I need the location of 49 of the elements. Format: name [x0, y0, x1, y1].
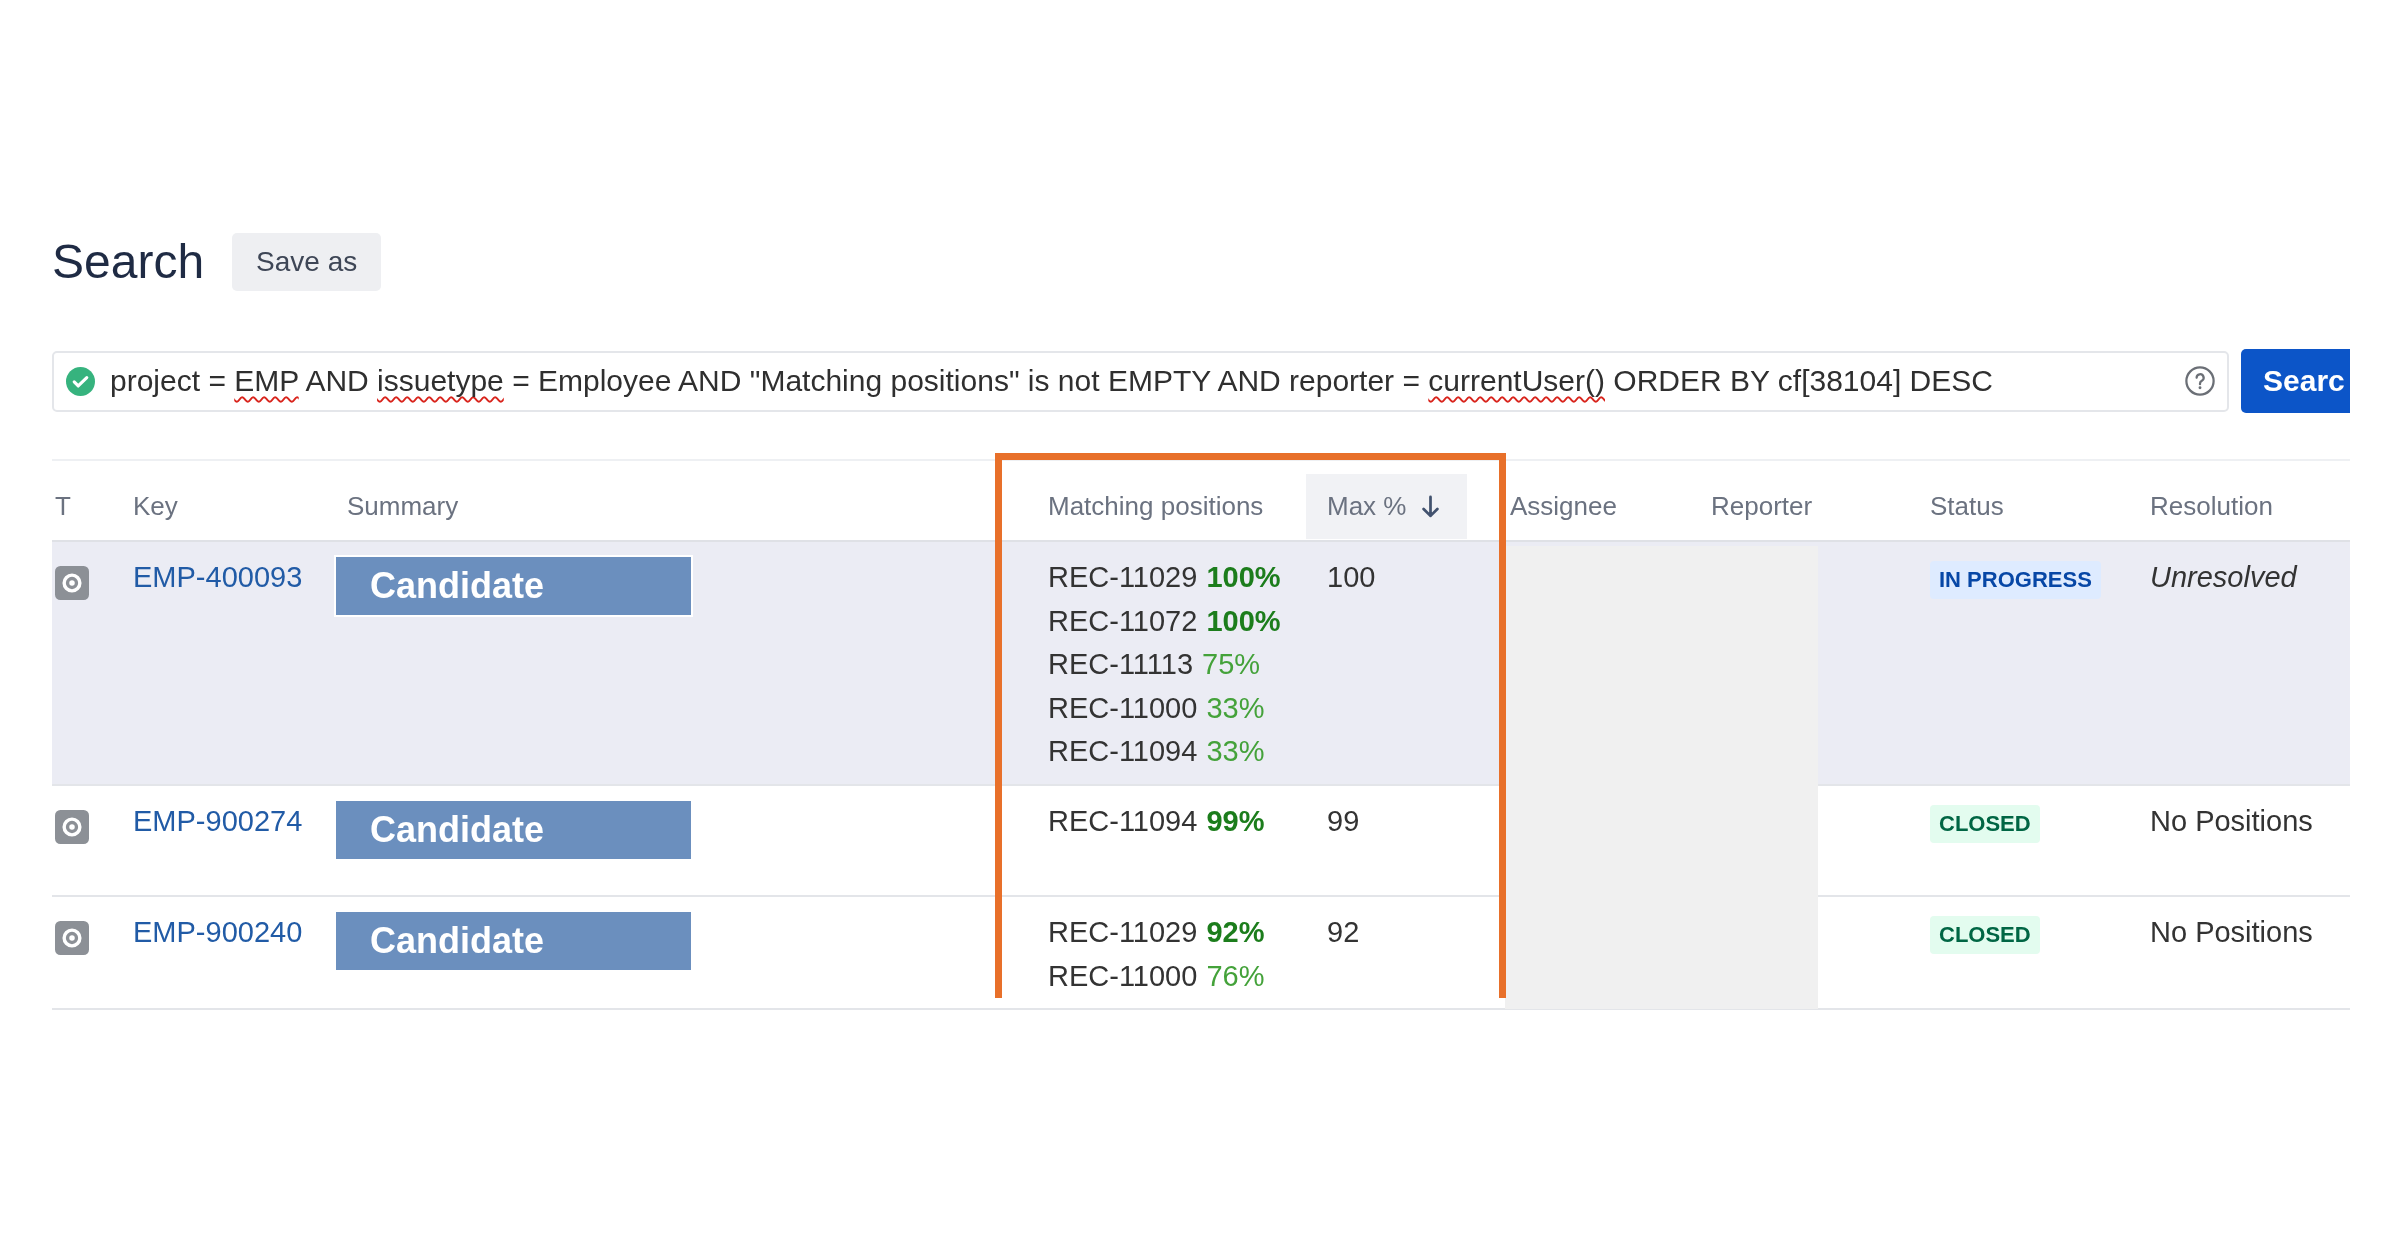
match-percent: 92%	[1206, 914, 1265, 950]
match-percent: 99%	[1206, 803, 1265, 839]
query-field[interactable]: project = EMP AND issuetype = Employee AND "Matching positions" is not EMPTY AND reporter = currentUser() ORDER BY cf[38104] DESC	[52, 350, 2229, 412]
match-percent: 33%	[1206, 690, 1265, 726]
issue-key-link[interactable]: EMP-900240	[133, 915, 303, 948]
summary-label: Candidate	[334, 555, 693, 617]
position-code: REC-11094	[1048, 734, 1198, 770]
column-header[interactable]: Reporter	[1711, 474, 1813, 539]
match-percent: 76%	[1206, 958, 1265, 994]
match-percent: 33%	[1206, 734, 1265, 770]
help-icon[interactable]	[2185, 366, 2215, 396]
match-percent: 75%	[1202, 647, 1261, 683]
resolution-text: No Positions	[2150, 915, 2313, 948]
column-header[interactable]: Max %	[1306, 474, 1468, 539]
ring-tile-icon	[55, 566, 89, 600]
position-code: REC-11029	[1048, 560, 1198, 595]
status-lozenge: CLOSED	[1930, 915, 2040, 954]
resolution-text: Unresolved	[2150, 561, 2297, 593]
column-header[interactable]: T	[55, 474, 71, 539]
column-header[interactable]: Matching positions	[1048, 474, 1264, 539]
position-code: REC-11000	[1048, 690, 1198, 726]
position-code: REC-11113	[1048, 647, 1194, 683]
status-lozenge: IN PROGRESS	[1930, 561, 2101, 599]
save-as-button[interactable]: Save as	[232, 233, 382, 291]
column-header[interactable]: Key	[133, 474, 178, 539]
position-code: REC-11094	[1048, 803, 1198, 839]
max-percent-value: 92	[1327, 915, 1360, 948]
column-header[interactable]: Assignee	[1510, 474, 1617, 539]
ring-tile-icon	[55, 920, 89, 955]
position-code: REC-11029	[1048, 914, 1198, 950]
search-button[interactable]: Searc	[2241, 349, 2350, 413]
down-arrow-icon	[1421, 494, 1441, 519]
match-percent: 100%	[1206, 560, 1281, 595]
max-percent-value: 99	[1327, 804, 1360, 837]
max-percent-value: 100	[1327, 561, 1376, 593]
summary-label: Candidate	[334, 798, 693, 861]
page-title: Search	[52, 234, 205, 290]
position-code: REC-11072	[1048, 603, 1198, 639]
summary-label: Candidate	[334, 909, 693, 972]
ring-tile-icon	[55, 809, 89, 844]
column-header[interactable]: Summary	[347, 474, 459, 539]
status-lozenge: CLOSED	[1930, 804, 2040, 843]
resolution-text: No Positions	[2150, 804, 2313, 837]
match-percent: 100%	[1206, 603, 1281, 639]
issue-key-link[interactable]: EMP-900274	[133, 804, 303, 837]
issue-key-link[interactable]: EMP-400093	[133, 561, 303, 593]
column-header[interactable]: Status	[1930, 474, 2004, 539]
column-header[interactable]: Resolution	[2150, 474, 2273, 539]
position-code: REC-11000	[1048, 958, 1198, 994]
